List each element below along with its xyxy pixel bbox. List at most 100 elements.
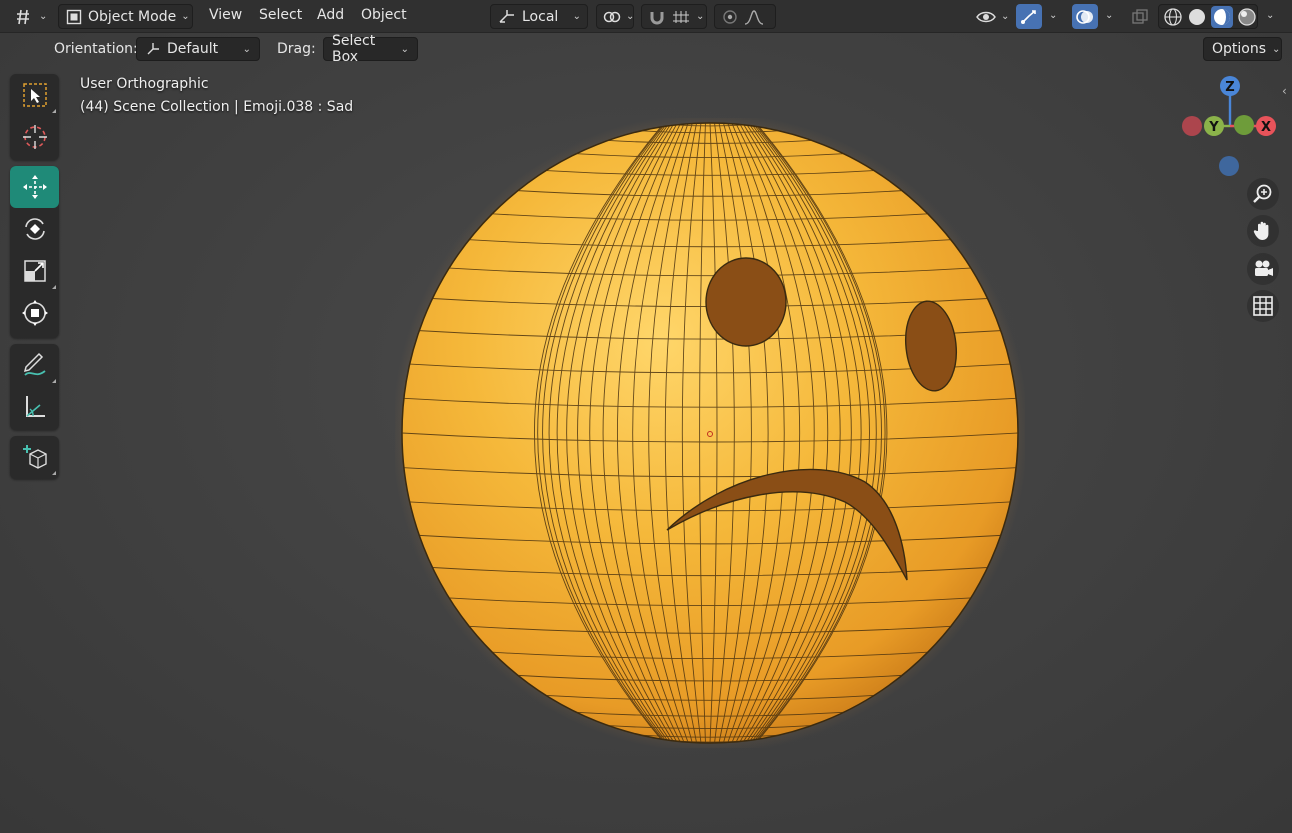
menu-select[interactable]: Select [259, 7, 302, 23]
add-cube-icon [20, 442, 50, 472]
transform-orientation-selector[interactable]: Local ⌄ [490, 4, 588, 29]
gizmo-toggle[interactable] [1016, 4, 1042, 29]
shading-modes[interactable] [1158, 4, 1258, 29]
orientation-axes-icon [497, 9, 517, 25]
tool-cursor[interactable] [10, 116, 59, 158]
options-label: Options [1212, 41, 1267, 57]
tool-variants-indicator [52, 379, 56, 383]
pivot-point-icon [603, 8, 621, 26]
options-dropdown[interactable]: Options ⌄ [1203, 37, 1282, 61]
tool-variants-indicator [52, 109, 56, 113]
pan-hand-icon [1252, 220, 1274, 242]
pan-button[interactable] [1247, 215, 1279, 247]
navigation-gizmo[interactable]: Z Y X [1176, 72, 1286, 182]
pivot-point-selector[interactable]: ⌄ [596, 4, 634, 29]
viewport-header: ⌄ Object Mode ⌄ View Select Add Object L… [0, 0, 1292, 33]
overlays-icon [1075, 8, 1095, 26]
chevron-down-icon: ⌄ [626, 11, 635, 22]
menu-view[interactable]: View [209, 7, 242, 23]
toolbar-transform-group [10, 166, 59, 338]
tool-variants-indicator [52, 285, 56, 289]
falloff-curve-icon[interactable] [744, 9, 764, 25]
chevron-down-icon: ⌄ [39, 11, 48, 22]
toolbar-select-group [10, 74, 59, 160]
overlays-toggle[interactable] [1072, 4, 1098, 29]
tool-settings-bar: Orientation: Default ⌄ Drag: Select Box … [0, 33, 1292, 65]
zoom-button[interactable] [1247, 178, 1279, 210]
chevron-down-icon: ⌄ [572, 11, 581, 22]
sad-emoji-mesh[interactable] [395, 118, 1025, 748]
snapping-controls[interactable]: ⌄ [641, 4, 707, 29]
gizmo-z-label: Z [1225, 80, 1234, 95]
scale-icon [22, 258, 48, 284]
tool-rotate[interactable] [10, 208, 59, 250]
toggle-perspective-button[interactable] [1247, 290, 1279, 322]
annotate-icon [21, 351, 49, 379]
orientation-axes-icon [145, 41, 161, 57]
xray-icon [1131, 8, 1149, 26]
measure-icon [21, 393, 49, 421]
chevron-down-icon[interactable]: ⌄ [1266, 10, 1274, 21]
gizmo-x-negative[interactable] [1182, 116, 1202, 136]
visibility-selector[interactable]: ⌄ [970, 4, 1010, 29]
zoom-icon [1252, 183, 1274, 205]
left-eye-hole [705, 257, 787, 347]
tool-scale[interactable] [10, 250, 59, 292]
material-shading-icon[interactable] [1211, 5, 1233, 28]
emoji-face [401, 122, 1019, 744]
tool-transform[interactable] [10, 292, 59, 334]
solid-shading-icon[interactable] [1187, 7, 1207, 27]
toolbar-annotate-group [10, 344, 59, 430]
gizmo-y-label: Y [1208, 120, 1219, 135]
xray-toggle[interactable] [1128, 4, 1154, 29]
cursor-icon [21, 123, 49, 151]
chevron-down-icon[interactable]: ⌄ [1049, 10, 1057, 21]
orientation-value: Default [167, 41, 219, 57]
menu-object[interactable]: Object [361, 7, 407, 23]
camera-icon [1251, 258, 1275, 280]
orientation-label: Orientation: [54, 41, 138, 57]
tool-annotate[interactable] [10, 344, 59, 386]
gizmo-z-negative[interactable] [1219, 156, 1239, 176]
visibility-eye-icon [976, 9, 996, 25]
tool-select-box[interactable] [10, 74, 59, 116]
3d-viewport[interactable]: ⌄ Object Mode ⌄ View Select Add Object L… [0, 0, 1292, 833]
proportional-editing-controls[interactable] [714, 4, 776, 29]
tool-move[interactable] [10, 166, 59, 208]
chevron-down-icon: ⌄ [181, 11, 190, 22]
camera-view-button[interactable] [1247, 253, 1279, 285]
rotate-icon [21, 215, 49, 243]
chevron-down-icon: ⌄ [1272, 43, 1281, 55]
object-info: (44) Scene Collection | Emoji.038 : Sad [80, 99, 354, 115]
gizmo-x-label: X [1261, 120, 1271, 135]
snap-magnet-icon[interactable] [648, 8, 666, 26]
sidebar-toggle-arrow-icon[interactable]: ‹ [1282, 84, 1287, 98]
chevron-down-icon[interactable]: ⌄ [1105, 10, 1113, 21]
drag-value: Select Box [332, 33, 376, 65]
orientation-dropdown[interactable]: Default ⌄ [136, 37, 260, 61]
mode-selector[interactable]: Object Mode ⌄ [58, 4, 193, 29]
snap-increment-icon[interactable] [671, 9, 691, 25]
chevron-down-icon: ⌄ [696, 11, 705, 22]
gizmo-icon [1019, 8, 1039, 26]
proportional-editing-icon[interactable] [721, 8, 739, 26]
drag-label: Drag: [277, 41, 316, 57]
chevron-down-icon: ⌄ [242, 43, 251, 55]
rendered-shading-icon[interactable] [1237, 7, 1257, 27]
menu-add[interactable]: Add [317, 7, 344, 23]
object-mode-icon [65, 8, 83, 26]
chevron-down-icon: ⌄ [1001, 11, 1010, 22]
mode-label: Object Mode [88, 8, 177, 25]
tool-variants-indicator [52, 471, 56, 475]
gizmo-y-negative[interactable] [1234, 115, 1254, 135]
tool-measure[interactable] [10, 386, 59, 428]
wireframe-shading-icon[interactable] [1163, 7, 1183, 27]
editor-type-icon [14, 8, 34, 26]
tool-add-cube[interactable] [10, 436, 59, 478]
view-name: User Orthographic [80, 76, 209, 92]
move-icon [21, 173, 49, 201]
chevron-down-icon: ⌄ [400, 43, 409, 55]
transform-icon [21, 299, 49, 327]
editor-type-button[interactable]: ⌄ [8, 4, 50, 29]
drag-dropdown[interactable]: Select Box ⌄ [323, 33, 418, 65]
